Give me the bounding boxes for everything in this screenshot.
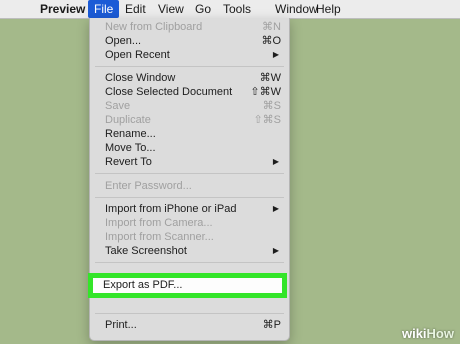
menu-item-revert-to[interactable]: Revert To ▶ [90,155,289,169]
menu-item-new-from-clipboard: New from Clipboard ⌘N [105,21,281,33]
menu-bar: Preview File Edit View Go Tools Window H… [0,0,460,19]
menu-item-print[interactable]: Print... ⌘P [90,318,289,332]
menu-item-move-to[interactable]: Move To... [90,141,289,155]
menu-item-export-as-pdf[interactable]: Export as PDF... [88,273,287,298]
menu-file[interactable]: File [88,0,120,18]
menu-item-import-from-camera: Import from Camera... [105,217,213,229]
menu-help[interactable]: Help [310,0,347,18]
submenu-arrow-icon: ▶ [272,50,279,59]
menu-tools[interactable]: Tools [217,0,257,18]
menu-item-close-window[interactable]: Close Window ⌘W [90,71,289,85]
menu-item-take-screenshot[interactable]: Take Screenshot ▶ [90,244,289,258]
menu-edit[interactable]: Edit [119,0,152,18]
submenu-arrow-icon: ▶ [272,204,279,213]
menu-go[interactable]: Go [189,0,217,18]
menu-app-name[interactable]: Preview [34,0,91,18]
menu-separator [95,173,284,174]
menu-separator [95,313,284,314]
menu-view[interactable]: View [152,0,190,18]
menu-item-rename[interactable]: Rename... [90,127,289,141]
menu-item-import-from-iphone[interactable]: Import from iPhone or iPad ▶ [90,202,289,216]
menu-item-import-from-scanner: Import from Scanner... [105,231,214,243]
menu-item-close-selected-document[interactable]: Close Selected Document ⇧⌘W [90,85,289,99]
submenu-arrow-icon: ▶ [272,246,279,255]
submenu-arrow-icon: ▶ [272,157,279,166]
menu-item-open-recent[interactable]: Open Recent ▶ [90,48,289,62]
menu-item-duplicate: Duplicate ⇧⌘S [105,114,281,126]
menu-separator [95,197,284,198]
menu-item-enter-password: Enter Password... [105,180,192,192]
menu-separator [95,66,284,67]
menu-separator [95,262,284,263]
wikihow-watermark: wikiHow [401,326,454,341]
apple-icon[interactable] [8,0,16,18]
menu-item-open[interactable]: Open... ⌘O [90,34,289,48]
menu-item-save: Save ⌘S [105,100,281,112]
